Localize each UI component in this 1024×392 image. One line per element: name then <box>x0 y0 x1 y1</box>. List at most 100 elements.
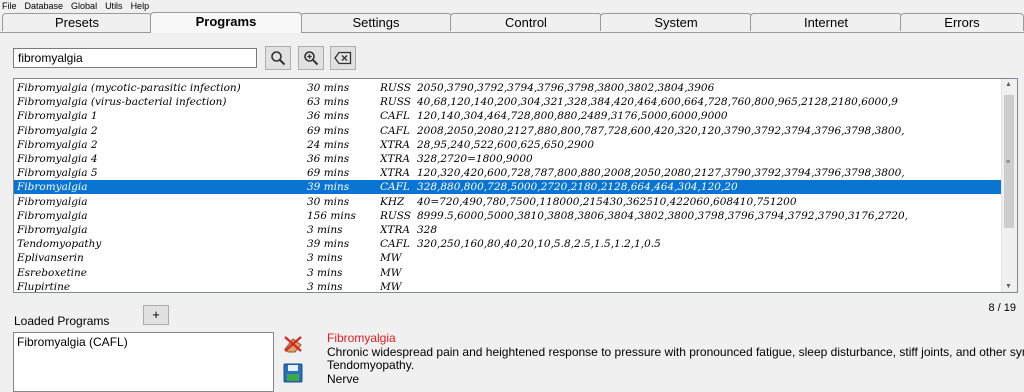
tab-bar: Presets Programs Settings Control System… <box>0 12 1024 33</box>
program-frequencies: 40=720,490,780,7500,118000,215430,362510… <box>417 195 797 208</box>
description-line: Nerve <box>327 371 360 386</box>
program-frequencies: 28,95,240,522,600,625,650,2900 <box>417 138 595 151</box>
program-row[interactable]: Fibromyalgia 30 mins KHZ 40=720,490,780,750… <box>14 195 1003 209</box>
program-duration: 63 mins <box>307 96 350 109</box>
program-name: Fibromyalgia 2 <box>17 138 98 151</box>
loaded-programs-label: Loaded Programs <box>14 314 110 328</box>
zoom-button[interactable] <box>298 46 324 70</box>
program-type: XTRA <box>380 153 410 165</box>
tab-system[interactable]: System <box>600 13 752 31</box>
tab-presets[interactable]: Presets <box>2 13 152 31</box>
program-name: Fibromyalgia <box>17 181 88 194</box>
program-duration: 36 mins <box>307 153 350 165</box>
remove-program-button[interactable] <box>281 333 305 355</box>
program-row[interactable]: Fibromyalgia 4 36 mins XTRA 328,2720=1800,9… <box>14 152 1003 166</box>
program-row[interactable]: Fibromyalgia 2 24 mins XTRA 28,95,240,522,6… <box>14 138 1003 152</box>
program-row[interactable]: Fibromyalgia (mycotic-parasitic infectio… <box>14 81 1003 95</box>
program-frequencies: 320,250,160,80,40,20,10,5.8,2.5,1.5,1.2,… <box>417 238 661 251</box>
zoom-in-icon <box>304 51 319 66</box>
program-duration: 3 mins <box>307 280 343 293</box>
program-type: CAFL <box>380 110 410 123</box>
save-programs-button[interactable] <box>281 362 305 384</box>
program-type: RUSS <box>380 96 411 109</box>
program-type: XTRA <box>380 138 410 151</box>
scroll-up-icon[interactable]: ▲ <box>1005 81 1012 88</box>
program-frequencies: 328 <box>417 224 438 236</box>
program-row[interactable]: Flupirtine 3 mins MW <box>14 280 1003 293</box>
program-name: Fibromyalgia (mycotic-parasitic infectio… <box>17 82 241 94</box>
program-type: CAFL <box>380 181 410 194</box>
program-type: KHZ <box>380 195 405 208</box>
program-duration: 39 mins <box>307 181 350 194</box>
program-duration: 24 mins <box>307 138 350 151</box>
program-name: Fibromyalgia 5 <box>17 167 98 180</box>
program-list[interactable]: Fibromyalgia (mycotic-parasitic infectio… <box>13 78 1018 293</box>
result-counter: 8 / 19 <box>988 302 1016 314</box>
search-input[interactable] <box>13 48 257 68</box>
scroll-down-icon[interactable]: ▼ <box>1005 283 1012 290</box>
program-duration: 3 mins <box>307 252 343 265</box>
clear-search-button[interactable] <box>330 46 356 70</box>
program-name: Eplivanserin <box>17 252 84 265</box>
program-frequencies: 328,880,800,728,5000,2720,2180,2128,664,… <box>417 181 738 194</box>
program-description: Fibromyalgia Chronic widespread pain and… <box>327 332 1024 392</box>
program-row[interactable]: Fibromyalgia 2 69 mins CAFL 2008,2050,2080,… <box>14 124 1003 138</box>
program-row[interactable]: Fibromyalgia 156 mins RUSS 8999.5,6000,5000… <box>14 209 1003 223</box>
list-scrollbar[interactable]: ▲ ≡ ▼ <box>1001 79 1017 292</box>
magnifier-icon <box>271 51 286 66</box>
tab-errors[interactable]: Errors <box>900 13 1024 31</box>
program-row[interactable]: Fibromyalgia 39 mins CAFL 328,880,800,728,5… <box>14 180 1003 195</box>
program-frequencies: 120,140,304,464,728,800,880,2489,3176,50… <box>417 110 728 123</box>
tab-programs[interactable]: Programs <box>150 12 302 33</box>
program-type: XTRA <box>380 167 410 180</box>
program-duration: 30 mins <box>307 195 350 208</box>
program-name: Flupirtine <box>17 280 71 293</box>
program-name: Fibromyalgia 4 <box>17 153 98 165</box>
program-type: CAFL <box>380 238 410 251</box>
program-frequencies: 8999.5,6000,5000,3810,3808,3806,3804,380… <box>417 209 908 222</box>
description-title: Fibromyalgia <box>327 332 396 345</box>
program-frequencies: 120,320,420,600,728,787,800,880,2008,205… <box>417 167 905 180</box>
add-program-button[interactable]: + <box>143 305 169 325</box>
program-type: MW <box>380 280 402 293</box>
program-duration: 39 mins <box>307 238 350 251</box>
program-row[interactable]: Fibromyalgia 5 69 mins XTRA 120,320,420,600… <box>14 166 1003 180</box>
loaded-programs-list[interactable]: Fibromyalgia (CAFL) <box>13 332 274 392</box>
program-row[interactable]: Eplivanserin 3 mins MW <box>14 251 1003 265</box>
program-type: XTRA <box>380 224 410 236</box>
program-duration: 3 mins <box>307 224 343 236</box>
menu-file[interactable]: File <box>2 1 17 11</box>
program-frequencies: 2050,3790,3792,3794,3796,3798,3800,3802,… <box>417 82 715 94</box>
program-type: RUSS <box>380 82 411 94</box>
program-name: Fibromyalgia <box>17 195 88 208</box>
menu-bar: File Database Global Utils Help <box>0 0 1024 12</box>
program-frequencies: 40,68,120,140,200,304,321,328,384,420,46… <box>417 96 898 109</box>
program-type: MW <box>380 266 402 279</box>
menu-global[interactable]: Global <box>71 1 97 11</box>
program-duration: 30 mins <box>307 82 350 94</box>
program-row[interactable]: Fibromyalgia (virus-bacterial infection)… <box>14 95 1003 109</box>
menu-database[interactable]: Database <box>25 1 64 11</box>
tab-control[interactable]: Control <box>450 13 602 31</box>
search-button[interactable] <box>265 46 291 70</box>
loaded-item[interactable]: Fibromyalgia (CAFL) <box>17 335 270 349</box>
menu-utils[interactable]: Utils <box>105 1 123 11</box>
program-row[interactable]: Esreboxetine 3 mins MW <box>14 266 1003 280</box>
grip-icon: ≡ <box>1006 159 1011 166</box>
program-duration: 36 mins <box>307 110 350 123</box>
tab-settings[interactable]: Settings <box>300 13 452 31</box>
program-row[interactable]: Tendomyopathy 39 mins CAFL 320,250,160,80,4… <box>14 237 1003 251</box>
menu-help[interactable]: Help <box>131 1 150 11</box>
program-type: CAFL <box>380 124 410 137</box>
program-row[interactable]: Fibromyalgia 3 mins XTRA 328 <box>14 223 1003 237</box>
erase-icon <box>284 336 302 353</box>
tab-internet[interactable]: Internet <box>750 13 902 31</box>
program-frequencies: 2008,2050,2080,2127,880,800,787,728,600,… <box>417 124 905 137</box>
program-name: Fibromyalgia 1 <box>17 110 98 123</box>
program-frequencies: 328,2720=1800,9000 <box>417 153 533 165</box>
program-name: Fibromyalgia <box>17 224 88 236</box>
program-row[interactable]: Fibromyalgia 1 36 mins CAFL 120,140,304,464… <box>14 109 1003 123</box>
program-duration: 156 mins <box>307 209 356 222</box>
description-line: Tendomyopathy. <box>327 358 415 372</box>
program-duration: 3 mins <box>307 266 343 279</box>
